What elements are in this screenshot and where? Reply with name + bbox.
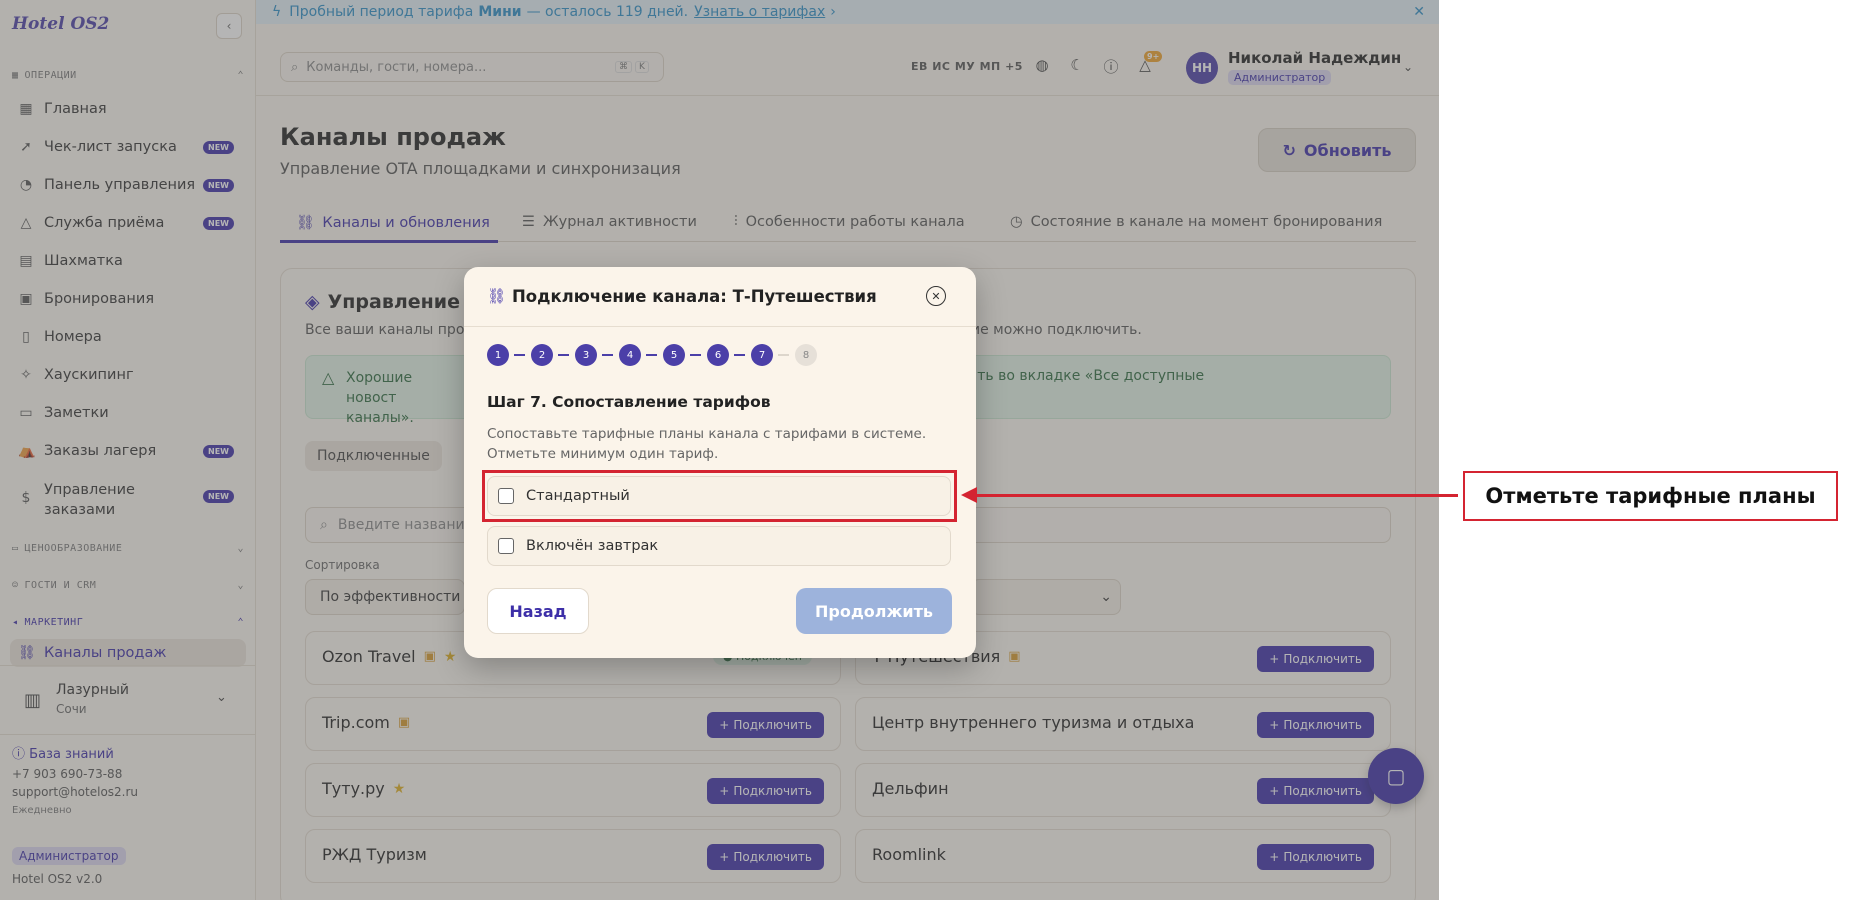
step-title: Шаг 7. Сопоставление тарифов [487,393,771,411]
dialog-header: ⛓ Подключение канала: Т-Путешествия ✕ [464,267,976,327]
link-icon: ⛓ [487,287,507,305]
step-indicator-pending: 8 [795,344,817,366]
continue-button[interactable]: Продолжить [796,588,952,634]
step-description: Сопоставьте тарифные планы канала с тари… [487,426,927,462]
rate-checkbox[interactable] [498,538,514,554]
step-indicator-current: 7 [751,344,773,366]
dialog-title: Подключение канала: Т-Путешествия [512,287,877,306]
step-indicator: 4 [619,344,641,366]
connect-channel-dialog: ⛓ Подключение канала: Т-Путешествия ✕ 1 … [464,267,976,658]
step-indicator: 1 [487,344,509,366]
rate-option-breakfast[interactable]: Включён завтрак [487,526,951,566]
step-indicator: 2 [531,344,553,366]
back-button[interactable]: Назад [487,588,589,634]
highlight-box [482,470,957,522]
step-indicator: 5 [663,344,685,366]
annotation-label: Отметьте тарифные планы [1463,471,1838,521]
step-indicator: 3 [575,344,597,366]
annotation-line [975,494,1458,497]
stepper: 1 2 3 4 5 6 7 8 [487,344,887,366]
close-icon[interactable]: ✕ [926,286,946,306]
step-indicator: 6 [707,344,729,366]
